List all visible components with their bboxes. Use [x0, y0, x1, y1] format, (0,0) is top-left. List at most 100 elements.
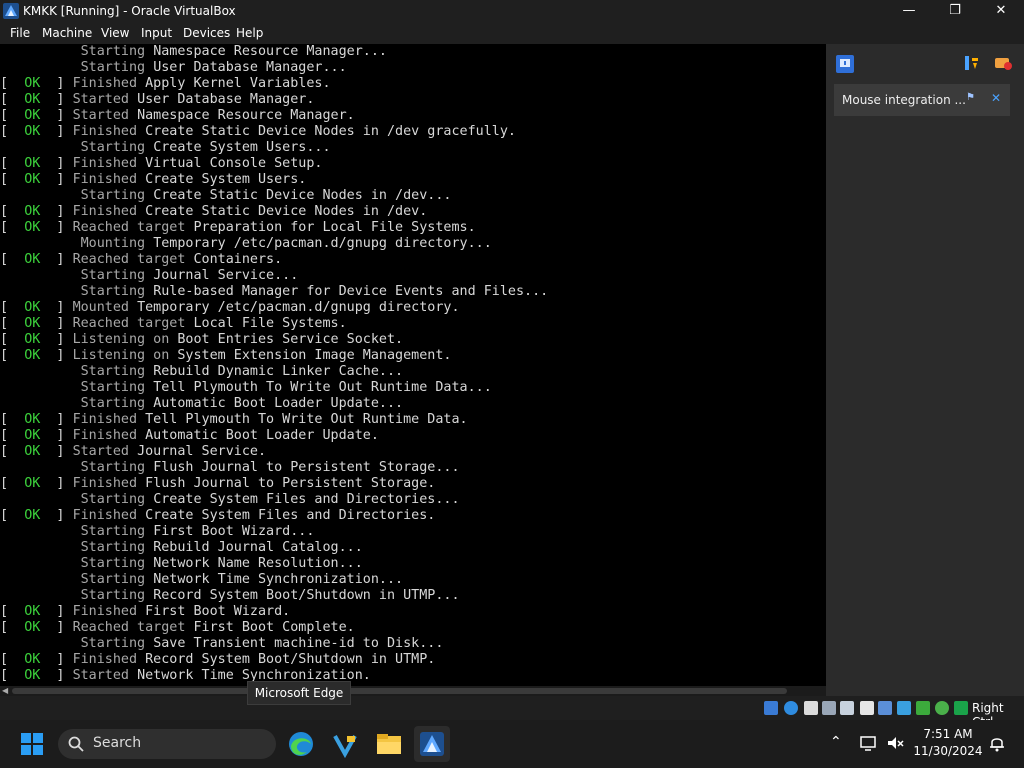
maximize-button[interactable]: ❐	[932, 0, 978, 22]
console-message: Containers.	[193, 252, 283, 267]
close-button[interactable]: ✕	[978, 0, 1024, 22]
visual-studio-code-icon[interactable]	[327, 726, 363, 762]
console-verb: Starting	[80, 188, 146, 203]
console-line: [ OK ] Started Journal Service.	[0, 444, 267, 459]
console-message: Automatic Boot Loader Update.	[145, 428, 379, 443]
console-line: Starting Tell Plymouth To Write Out Runt…	[0, 380, 492, 396]
notification-close-icon[interactable]: ✕	[991, 91, 1001, 105]
console-verb: Finished	[72, 76, 138, 91]
edge-icon[interactable]	[283, 726, 319, 762]
console-message: Automatic Boot Loader Update...	[153, 396, 404, 411]
console-verb: Starting	[80, 636, 146, 651]
file-explorer-icon[interactable]	[371, 726, 407, 762]
dismiss-all-icon[interactable]	[993, 54, 1013, 72]
ok-status: OK	[24, 204, 41, 219]
console-line: Starting Journal Service...	[0, 268, 299, 284]
console-verb: Finished	[72, 172, 138, 187]
menu-machine[interactable]: Machine	[42, 26, 92, 40]
console-message: Virtual Console Setup.	[145, 156, 323, 171]
horizontal-scrollbar[interactable]: ◀	[0, 686, 826, 696]
console-message: Temporary /etc/pacman.d/gnupg directory.	[137, 300, 460, 315]
menu-input[interactable]: Input	[141, 26, 172, 40]
console-line: [ OK ] Finished Automatic Boot Loader Up…	[0, 428, 379, 443]
shared-folders-icon[interactable]	[860, 701, 874, 715]
console-message: Flush Journal to Persistent Storage...	[153, 460, 460, 475]
console-line: Starting First Boot Wizard...	[0, 524, 315, 540]
ok-status: OK	[24, 620, 41, 635]
console-verb: Finished	[72, 508, 138, 523]
ok-status: OK	[24, 508, 41, 523]
console-verb: Starting	[80, 268, 146, 283]
console-line: [ OK ] Finished Tell Plymouth To Write O…	[0, 412, 468, 427]
console-line: Starting User Database Manager...	[0, 60, 347, 76]
console-line: Starting Namespace Resource Manager...	[0, 44, 387, 60]
notification-center-icon[interactable]	[835, 54, 855, 74]
ok-status: OK	[24, 124, 41, 139]
console-verb: Finished	[72, 412, 138, 427]
start-button-icon[interactable]	[14, 726, 50, 762]
network-icon[interactable]	[822, 701, 836, 715]
sort-icon[interactable]	[962, 54, 980, 72]
console-message: Preparation for Local File Systems.	[193, 220, 476, 235]
ok-status: OK	[24, 156, 41, 171]
console-verb: Starting	[80, 44, 146, 59]
audio-icon[interactable]	[804, 701, 818, 715]
console-message: Boot Entries Service Socket.	[177, 332, 404, 347]
console-message: Create Static Device Nodes in /dev.	[145, 204, 428, 219]
notification-side-panel	[826, 44, 1024, 696]
notification-pin-icon[interactable]: ⚑	[966, 92, 975, 103]
display-icon[interactable]	[878, 701, 892, 715]
console-line: Starting Save Transient machine-id to Di…	[0, 636, 444, 652]
title-bar[interactable]: KMKK [Running] - Oracle VirtualBox — ❐ ✕	[0, 0, 1024, 22]
vm-console-screen[interactable]: Starting Namespace Resource Manager... S…	[0, 44, 826, 686]
console-message: Create Static Device Nodes in /dev...	[153, 188, 452, 203]
console-verb: Reached target	[72, 220, 186, 235]
scroll-left-icon[interactable]: ◀	[2, 686, 8, 696]
minimize-button[interactable]: —	[886, 0, 932, 22]
recording-icon[interactable]	[897, 701, 911, 715]
ok-status: OK	[24, 92, 41, 107]
console-message: Rule-based Manager for Device Events and…	[153, 284, 549, 299]
console-verb: Listening on	[72, 332, 170, 347]
console-line: Starting Record System Boot/Shutdown in …	[0, 588, 460, 604]
virtualization-icon[interactable]	[935, 701, 949, 715]
notification-bell-icon[interactable]	[988, 734, 1006, 752]
harddisk-icon[interactable]	[764, 701, 778, 715]
console-line: Starting Rule-based Manager for Device E…	[0, 284, 549, 300]
windows-taskbar: Search ⌃ 7:51 AM 11/30/2024	[0, 720, 1024, 768]
console-verb: Starting	[80, 524, 146, 539]
ok-status: OK	[24, 604, 41, 619]
menu-view[interactable]: View	[101, 26, 129, 40]
console-line: [ OK ] Finished Create Static Device Nod…	[0, 204, 428, 219]
mouse-integration-notification[interactable]: Mouse integration ... ⚑ ✕	[834, 84, 1010, 116]
virtualbox-taskbar-button[interactable]	[414, 726, 450, 762]
console-verb: Finished	[72, 204, 138, 219]
search-placeholder: Search	[93, 735, 142, 751]
show-hidden-icons-icon[interactable]: ⌃	[830, 734, 842, 750]
optical-drive-icon[interactable]	[784, 701, 798, 715]
menu-file[interactable]: File	[10, 26, 30, 40]
menu-devices[interactable]: Devices	[183, 26, 230, 40]
host-key-icon[interactable]	[954, 701, 968, 715]
cpu-icon[interactable]	[916, 701, 930, 715]
network-tray-icon[interactable]	[860, 734, 878, 752]
ok-status: OK	[24, 252, 41, 267]
system-clock[interactable]: 7:51 AM 11/30/2024	[912, 726, 984, 760]
ok-status: OK	[24, 428, 41, 443]
search-icon	[68, 736, 84, 752]
scrollbar-thumb[interactable]	[12, 688, 787, 694]
console-verb: Finished	[72, 428, 138, 443]
console-line: [ OK ] Reached target First Boot Complet…	[0, 620, 355, 635]
console-verb: Started	[72, 92, 129, 107]
console-line: [ OK ] Reached target Containers.	[0, 252, 283, 267]
console-message: Create System Users...	[153, 140, 331, 155]
taskbar-search-box[interactable]: Search	[58, 729, 276, 759]
volume-muted-icon[interactable]	[886, 734, 904, 752]
usb-icon[interactable]	[840, 701, 854, 715]
console-line: [ OK ] Finished Create System Files and …	[0, 508, 436, 523]
menu-help[interactable]: Help	[236, 26, 263, 40]
console-verb: Starting	[80, 588, 146, 603]
virtualbox-icon	[3, 3, 19, 19]
ok-status: OK	[24, 76, 41, 91]
console-line: [ OK ] Finished First Boot Wizard.	[0, 604, 291, 619]
